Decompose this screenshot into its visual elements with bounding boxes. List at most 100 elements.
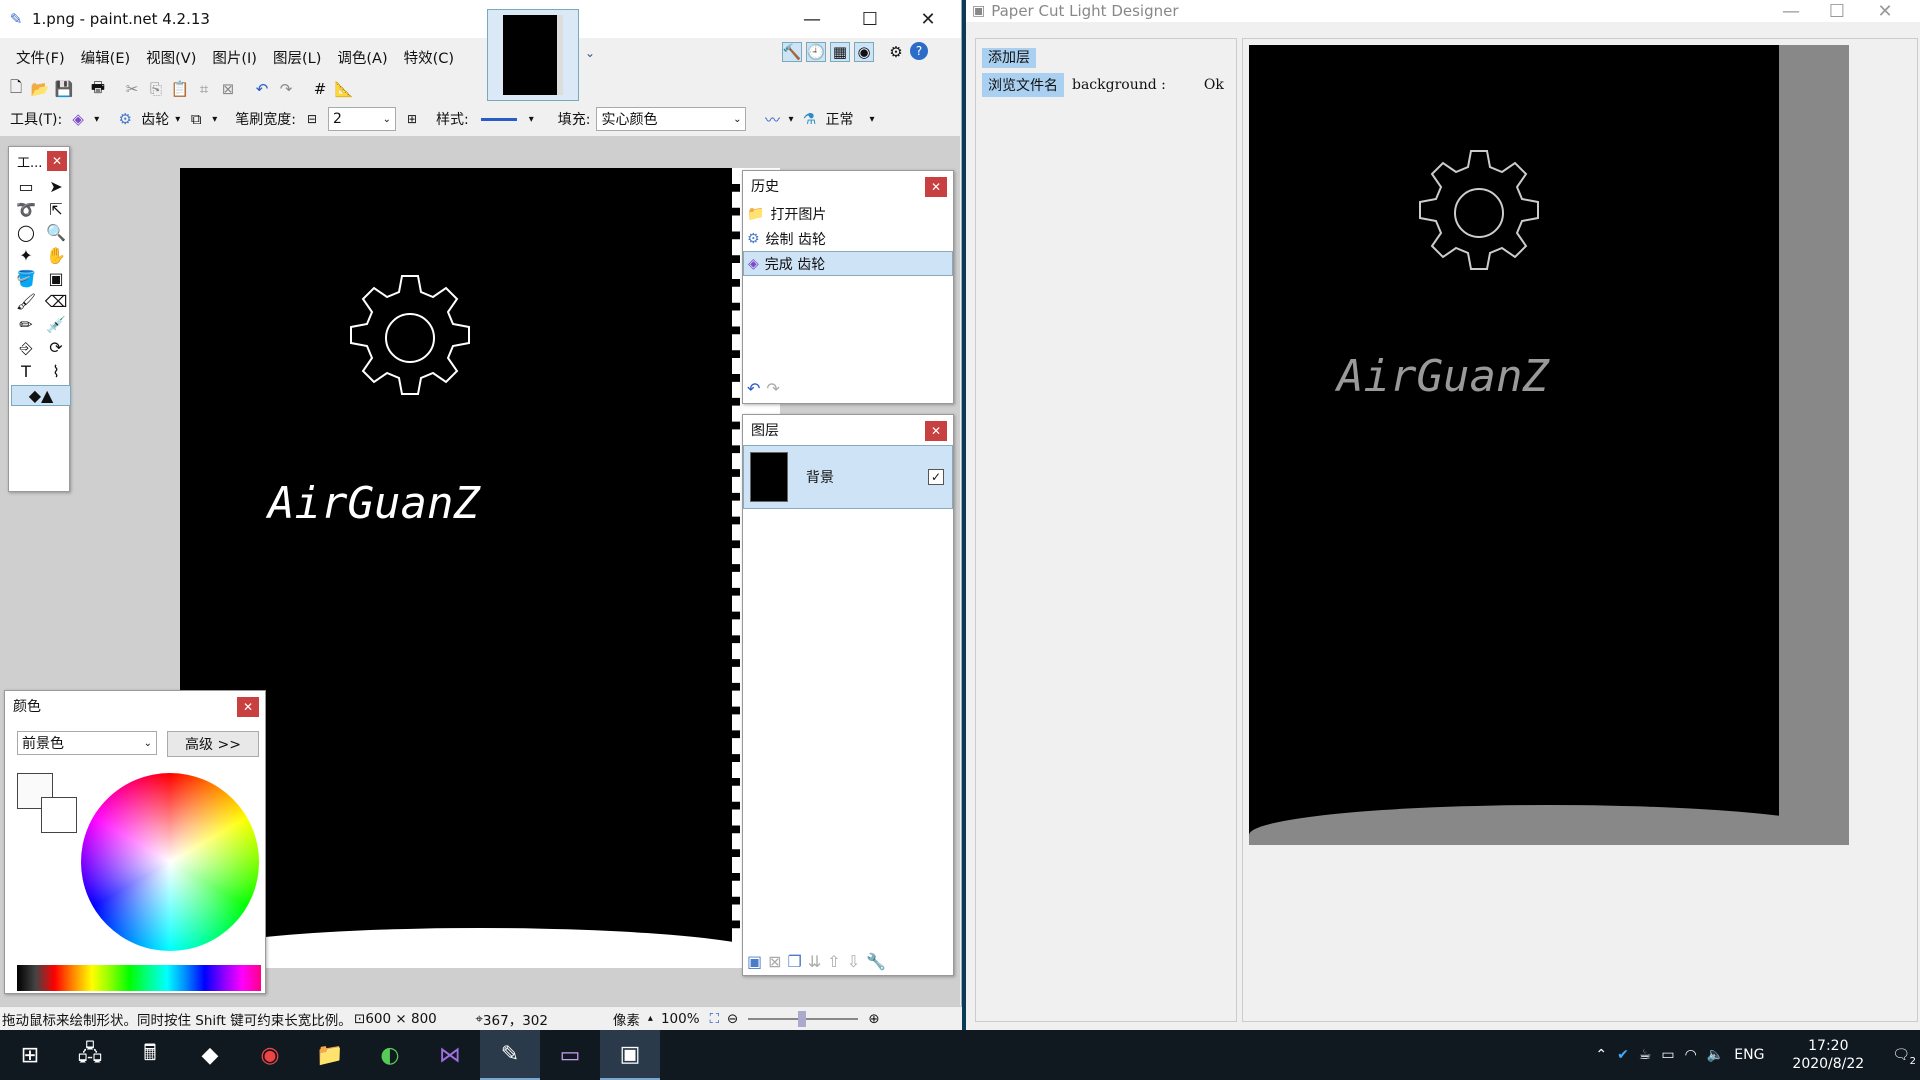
tool-select-icon[interactable]: ◈ <box>68 109 88 129</box>
deselect-icon[interactable]: ⊠ <box>218 79 238 99</box>
menu-adjustments[interactable]: 调色(A) <box>329 47 395 68</box>
chrome-icon[interactable]: ◉ <box>240 1030 300 1080</box>
file-explorer-icon[interactable]: 📁 <box>300 1030 360 1080</box>
brush-width-input[interactable]: 2 ⌄ <box>328 107 397 131</box>
print-icon[interactable]: 🖶 <box>88 78 108 99</box>
delete-layer-icon[interactable]: ⊠ <box>768 952 781 971</box>
gradient-icon[interactable]: ▣ <box>41 269 71 288</box>
unit-select[interactable]: 像素 <box>613 1009 640 1029</box>
menu-edit[interactable]: 编辑(E) <box>73 47 138 68</box>
tray-app-icon[interactable]: ✔ <box>1617 1047 1629 1063</box>
pcl-close-button[interactable]: ✕ <box>1856 0 1914 22</box>
menu-file[interactable]: 文件(F) <box>8 47 73 68</box>
papercut-taskbar-icon[interactable]: ▣ <box>600 1030 660 1080</box>
decrease-width-icon[interactable]: ⊟ <box>302 109 322 129</box>
redo-icon[interactable]: ↷ <box>276 79 296 99</box>
line-curve-icon[interactable]: ⌇ <box>41 362 71 381</box>
close-button[interactable]: ✕ <box>899 0 957 38</box>
paintbrush-icon[interactable]: 🖌 <box>11 292 41 311</box>
browse-file-button[interactable]: 浏览文件名 <box>982 73 1064 97</box>
zoom-in-icon[interactable]: ⊕ <box>868 1011 879 1027</box>
chevron-down-icon[interactable]: ⌄ <box>585 46 595 60</box>
history-item-selected[interactable]: ◈ 完成 齿轮 <box>743 251 953 276</box>
grid-icon[interactable]: # <box>310 79 330 99</box>
history-redo-icon[interactable]: ↷ <box>766 379 779 398</box>
shapes-icon[interactable]: ◆▲ <box>11 385 71 406</box>
color-mode-select[interactable]: 前景色 ⌄ <box>17 731 157 755</box>
start-button[interactable]: ⊞ <box>0 1030 60 1080</box>
increase-width-icon[interactable]: ⊞ <box>402 109 422 129</box>
menu-layers[interactable]: 图层(L) <box>265 47 329 68</box>
calculator-icon[interactable]: 🖩 <box>120 1030 180 1080</box>
history-undo-icon[interactable]: ↶ <box>747 379 760 398</box>
tools-close-icon[interactable]: ✕ <box>47 151 67 171</box>
line-style-select[interactable] <box>480 117 517 121</box>
zoom-icon[interactable]: 🔍 <box>41 223 71 242</box>
tray-expand-icon[interactable]: ⌃ <box>1595 1047 1607 1063</box>
save-icon[interactable]: 💾 <box>54 79 74 99</box>
minimize-button[interactable]: — <box>783 0 841 38</box>
clone-stamp-icon[interactable]: ⎆ <box>11 338 41 358</box>
add-layer-icon[interactable]: ▣ <box>747 952 762 971</box>
history-close-icon[interactable]: ✕ <box>925 177 947 197</box>
layer-row[interactable]: 背景 ✓ <box>743 445 953 509</box>
shape-type-icon[interactable]: ⧉ <box>186 109 206 129</box>
recolor-icon[interactable]: ⟳ <box>41 338 71 358</box>
magic-wand-icon[interactable]: ✦ <box>11 246 41 265</box>
taskbar-app-icon[interactable]: 🖧 <box>60 1030 120 1080</box>
new-icon[interactable]: 🗋 <box>6 78 26 99</box>
secondary-color-swatch[interactable] <box>41 797 77 833</box>
undo-icon[interactable]: ↶ <box>252 79 272 99</box>
lasso-icon[interactable]: ➰ <box>11 200 41 219</box>
canvas-workspace[interactable]: AirGuanZ 工... ✕ ▭ ➤ ➰ ⇱ ◯ 🔍 ✦ ✋ 🪣 ▣ 🖌 ⌫ … <box>0 136 960 1006</box>
copy-icon[interactable]: ⎘ <box>146 79 166 99</box>
menu-image[interactable]: 图片(I) <box>204 47 265 68</box>
open-icon[interactable]: 📂 <box>30 79 50 99</box>
move-selection-icon[interactable]: ⇱ <box>41 200 71 219</box>
taskbar-app-icon[interactable]: ◐ <box>360 1030 420 1080</box>
layers-toggle-icon[interactable]: ▦ <box>830 42 850 62</box>
pan-icon[interactable]: ✋ <box>41 246 71 265</box>
help-icon[interactable]: ? <box>910 42 928 60</box>
ruler-icon[interactable]: 📐 <box>334 79 354 99</box>
rect-select-icon[interactable]: ▭ <box>11 177 41 196</box>
advanced-button[interactable]: 高级 >> <box>167 731 259 757</box>
pencil-icon[interactable]: ✏ <box>11 315 41 334</box>
eraser-icon[interactable]: ⌫ <box>41 292 71 311</box>
move-down-icon[interactable]: ⇩ <box>847 952 860 971</box>
wifi-icon[interactable]: ◠ <box>1685 1047 1697 1063</box>
ellipse-select-icon[interactable]: ◯ <box>11 223 41 242</box>
menu-effects[interactable]: 特效(C) <box>396 47 462 68</box>
colors-close-icon[interactable]: ✕ <box>237 697 259 717</box>
add-layer-button[interactable]: 添加层 <box>982 48 1036 68</box>
visual-studio-icon[interactable]: ⋈ <box>420 1030 480 1080</box>
paintnet-taskbar-icon[interactable]: ✎ <box>480 1030 540 1080</box>
color-palette[interactable] <box>17 965 261 991</box>
history-toggle-icon[interactable]: 🕘 <box>806 42 826 62</box>
clock[interactable]: 17:20 2020/8/22 <box>1792 1037 1864 1073</box>
zoom-out-icon[interactable]: ⊖ <box>727 1011 738 1027</box>
settings-gear-icon[interactable]: ⚙ <box>886 42 906 62</box>
tray-app-icon[interactable]: ☕ <box>1639 1047 1652 1063</box>
layer-properties-icon[interactable]: 🔧 <box>866 952 886 971</box>
merge-layer-icon[interactable]: ⇊ <box>808 952 821 971</box>
shape-name[interactable]: 齿轮 <box>141 109 169 129</box>
zoom-slider[interactable] <box>748 1010 859 1027</box>
zoom-fit-icon[interactable]: ⛶ <box>710 1011 719 1027</box>
tools-toggle-icon[interactable]: 🔨 <box>782 42 802 62</box>
maximize-button[interactable]: ☐ <box>841 0 899 38</box>
fill-select[interactable]: 实心颜色 ⌄ <box>596 107 747 131</box>
battery-icon[interactable]: ▭ <box>1661 1047 1674 1063</box>
duplicate-layer-icon[interactable]: ❐ <box>788 952 802 971</box>
notification-icon[interactable]: 🗨 2 <box>1892 1047 1916 1067</box>
bucket-icon[interactable]: 🪣 <box>11 269 41 288</box>
volume-icon[interactable]: 🔈 <box>1707 1047 1724 1063</box>
history-item[interactable]: ⚙ 绘制 齿轮 <box>743 226 953 251</box>
color-picker-icon[interactable]: 💉 <box>41 315 71 334</box>
blend-mode-select[interactable]: 正常 <box>826 109 854 129</box>
history-item[interactable]: 📁 打开图片 <box>743 201 953 226</box>
taskbar-app-icon[interactable]: ◆ <box>180 1030 240 1080</box>
image-canvas[interactable]: AirGuanZ <box>180 168 780 968</box>
language-indicator[interactable]: ENG <box>1734 1047 1764 1063</box>
crop-icon[interactable]: ⌗ <box>194 79 214 99</box>
